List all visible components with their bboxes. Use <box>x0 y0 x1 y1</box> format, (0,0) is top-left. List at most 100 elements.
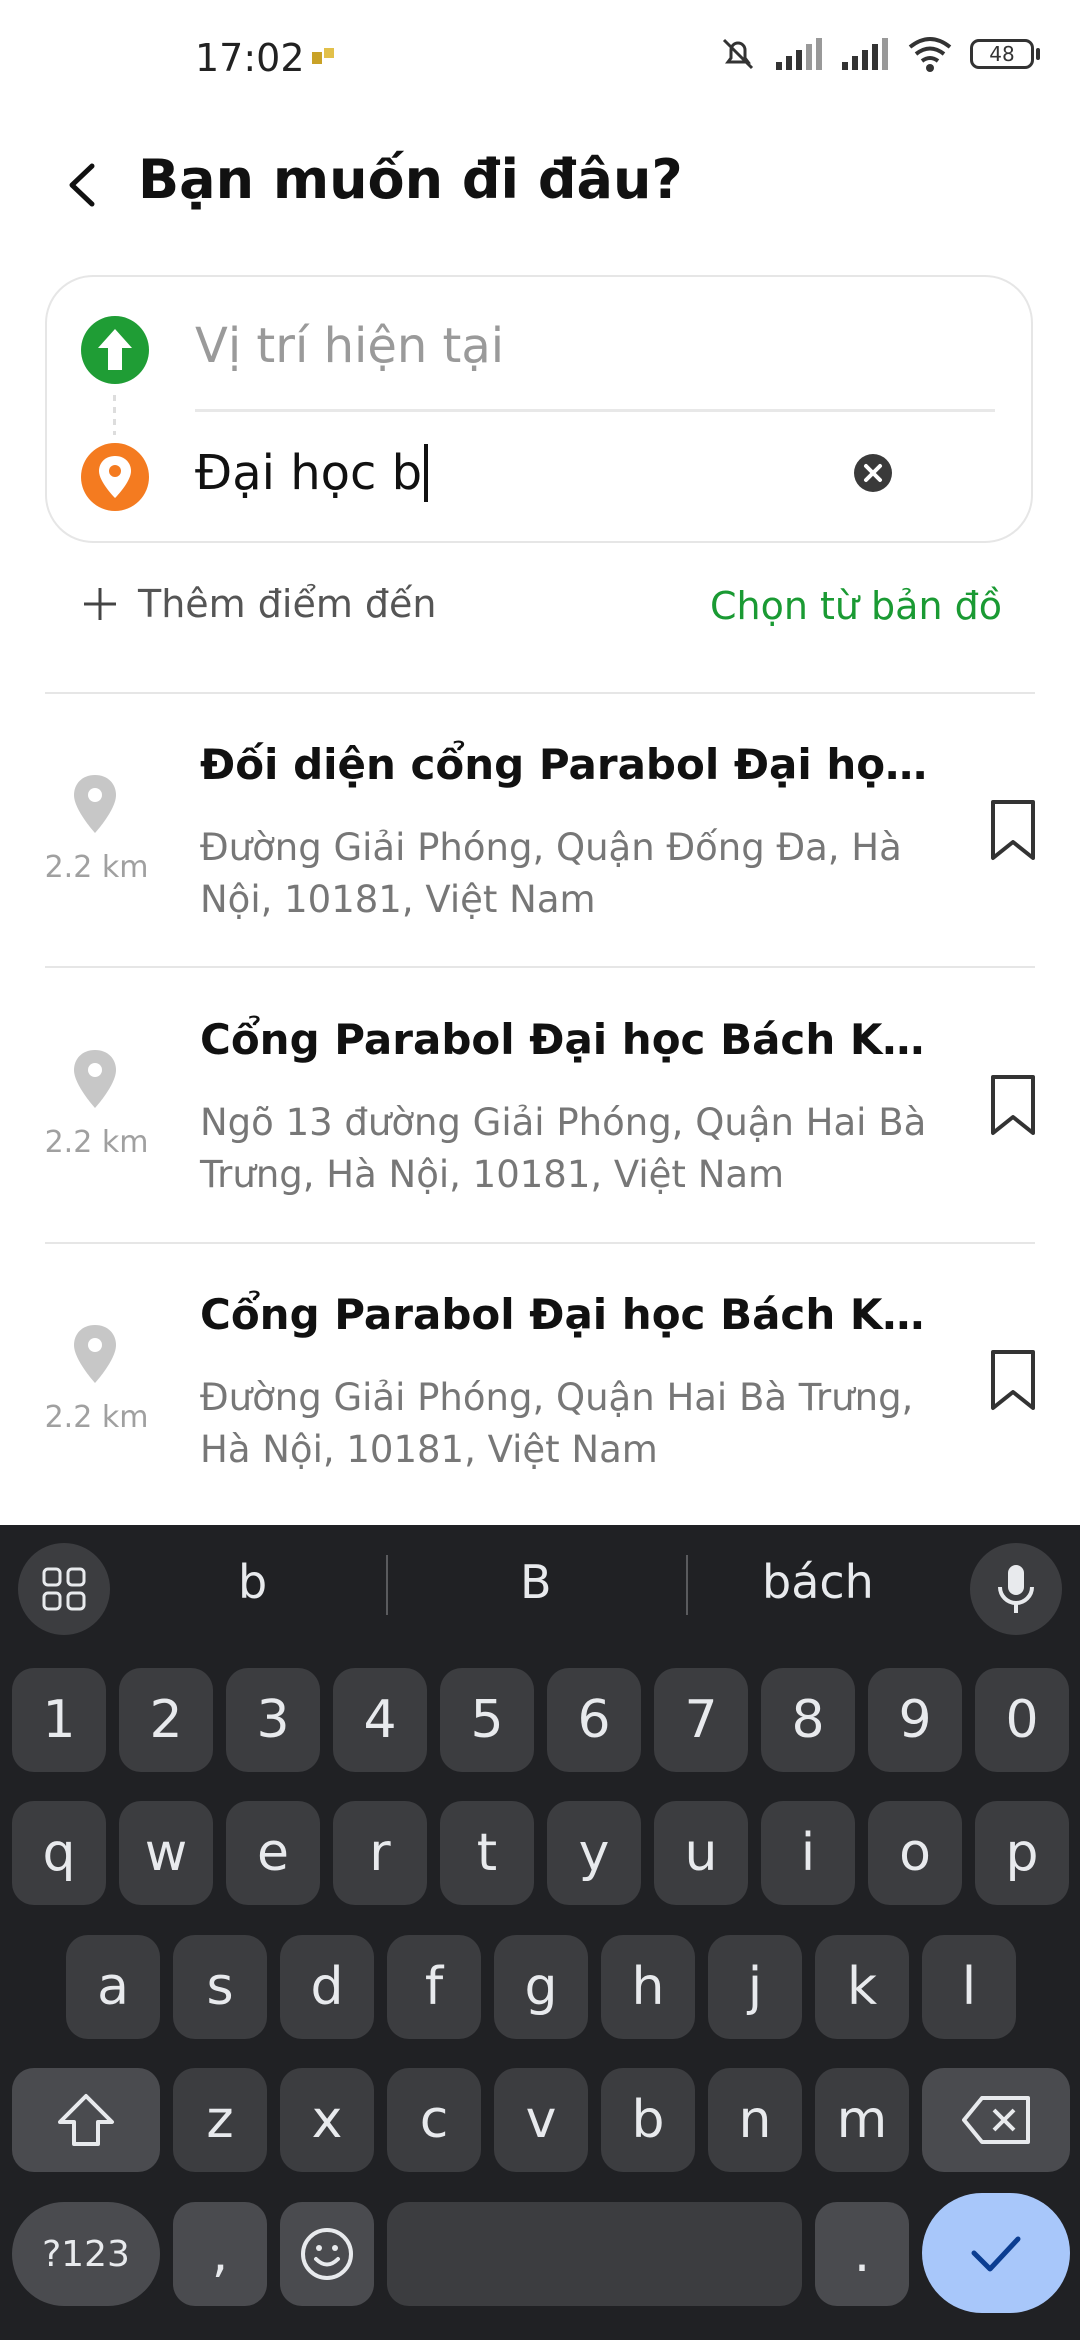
destination-input[interactable]: Đại học b <box>195 444 429 502</box>
pick-on-map-link[interactable]: Chọn từ bản đồ <box>710 584 1002 628</box>
key-u[interactable]: u <box>654 1801 748 1905</box>
start-location-icon <box>80 315 150 385</box>
suggestion-3[interactable]: bách <box>762 1555 874 1609</box>
key-6[interactable]: 6 <box>547 1668 641 1772</box>
bookmark-icon <box>991 1350 1035 1410</box>
result-title: Cổng Parabol Đại học Bách Kho... <box>200 1015 930 1064</box>
destination-input-value: Đại học b <box>195 445 423 501</box>
key-d[interactable]: d <box>280 1935 374 2039</box>
result-title: Cổng Parabol Đại học Bách Kho... <box>200 1290 930 1339</box>
bookmark-icon <box>991 800 1035 860</box>
key-r[interactable]: r <box>333 1801 427 1905</box>
key-q[interactable]: q <box>12 1801 106 1905</box>
bookmark-icon <box>991 1075 1035 1135</box>
key-p[interactable]: p <box>975 1801 1069 1905</box>
key-3[interactable]: 3 <box>226 1668 320 1772</box>
page-title: Bạn muốn đi đâu? <box>138 148 683 211</box>
emoji-key[interactable] <box>280 2202 374 2306</box>
route-connector <box>113 395 116 435</box>
check-icon <box>971 2236 1021 2272</box>
back-button[interactable] <box>52 150 112 220</box>
key-4[interactable]: 4 <box>333 1668 427 1772</box>
close-circle-icon <box>854 454 892 492</box>
key-9[interactable]: 9 <box>868 1668 962 1772</box>
key-n[interactable]: n <box>708 2068 802 2172</box>
add-stop-label: Thêm điểm đến <box>138 582 437 626</box>
voice-input-button[interactable] <box>970 1543 1062 1635</box>
shift-key[interactable] <box>12 2068 160 2172</box>
comma-key[interactable]: , <box>173 2202 267 2306</box>
arrow-left-icon <box>69 163 95 207</box>
bookmark-button[interactable] <box>985 1348 1041 1412</box>
microphone-icon <box>998 1565 1034 1613</box>
key-l[interactable]: l <box>922 1935 1016 2039</box>
key-f[interactable]: f <box>387 1935 481 2039</box>
key-5[interactable]: 5 <box>440 1668 534 1772</box>
signal-icon <box>776 38 822 70</box>
text-caret <box>424 444 429 502</box>
key-x[interactable]: x <box>280 2068 374 2172</box>
bookmark-button[interactable] <box>985 798 1041 862</box>
keyboard-menu-button[interactable] <box>18 1543 110 1635</box>
keyboard: b B bách 1 2 3 4 5 6 7 8 9 0 q w e r t y… <box>0 1525 1080 2340</box>
emoji-icon <box>301 2228 353 2280</box>
key-i[interactable]: i <box>761 1801 855 1905</box>
shift-icon <box>58 2094 114 2146</box>
key-m[interactable]: m <box>815 2068 909 2172</box>
suggestion-bar: b B bách <box>0 1525 1080 1645</box>
status-icons: 48 <box>718 34 1040 74</box>
result-address: Đường Giải Phóng, Quận Hai Bà Trưng, Hà … <box>200 1376 914 1471</box>
battery-level: 48 <box>970 39 1034 69</box>
space-key[interactable] <box>387 2202 802 2306</box>
key-s[interactable]: s <box>173 1935 267 2039</box>
battery-icon: 48 <box>970 39 1040 69</box>
key-a[interactable]: a <box>66 1935 160 2039</box>
key-1[interactable]: 1 <box>12 1668 106 1772</box>
result-address: Ngõ 13 đường Giải Phóng, Quận Hai Bà Trư… <box>200 1101 927 1196</box>
key-7[interactable]: 7 <box>654 1668 748 1772</box>
key-2[interactable]: 2 <box>119 1668 213 1772</box>
key-h[interactable]: h <box>601 1935 695 2039</box>
notification-icon <box>310 44 340 74</box>
key-o[interactable]: o <box>868 1801 962 1905</box>
location-pin-icon <box>70 773 120 835</box>
key-v[interactable]: v <box>494 2068 588 2172</box>
key-e[interactable]: e <box>226 1801 320 1905</box>
key-b[interactable]: b <box>601 2068 695 2172</box>
backspace-key[interactable] <box>922 2068 1070 2172</box>
key-w[interactable]: w <box>119 1801 213 1905</box>
key-y[interactable]: y <box>547 1801 641 1905</box>
result-address: Đường Giải Phóng, Quận Đống Đa, Hà Nội, … <box>200 826 902 921</box>
symbols-key[interactable]: ?123 <box>12 2202 160 2306</box>
suggestion-separator <box>686 1555 688 1615</box>
key-8[interactable]: 8 <box>761 1668 855 1772</box>
key-g[interactable]: g <box>494 1935 588 2039</box>
location-pin-icon <box>70 1323 120 1385</box>
status-time: 17:02 <box>195 36 305 80</box>
mute-bell-icon <box>722 38 754 70</box>
suggestion-separator <box>386 1555 388 1615</box>
enter-key[interactable] <box>922 2193 1070 2313</box>
plus-icon <box>84 588 116 620</box>
field-divider <box>195 409 995 412</box>
suggestion-2[interactable]: B <box>520 1555 552 1609</box>
grid-icon <box>42 1567 86 1611</box>
suggestion-1[interactable]: b <box>238 1555 267 1609</box>
location-pin-icon <box>70 1048 120 1110</box>
key-z[interactable]: z <box>173 2068 267 2172</box>
result-distance: 2.2 km <box>44 850 149 885</box>
key-j[interactable]: j <box>708 1935 802 2039</box>
signal-icon-2 <box>842 38 888 70</box>
key-c[interactable]: c <box>387 2068 481 2172</box>
period-key[interactable]: . <box>815 2202 909 2306</box>
key-0[interactable]: 0 <box>975 1668 1069 1772</box>
add-stop-button[interactable]: Thêm điểm đến <box>80 582 437 626</box>
bookmark-button[interactable] <box>985 1073 1041 1137</box>
from-input[interactable]: Vị trí hiện tại <box>195 318 504 374</box>
key-t[interactable]: t <box>440 1801 534 1905</box>
result-title: Đối diện cổng Parabol Đại học B... <box>200 740 930 789</box>
wifi-icon <box>908 37 952 72</box>
key-k[interactable]: k <box>815 1935 909 2039</box>
backspace-icon <box>962 2096 1030 2144</box>
clear-input-button[interactable] <box>852 452 894 494</box>
